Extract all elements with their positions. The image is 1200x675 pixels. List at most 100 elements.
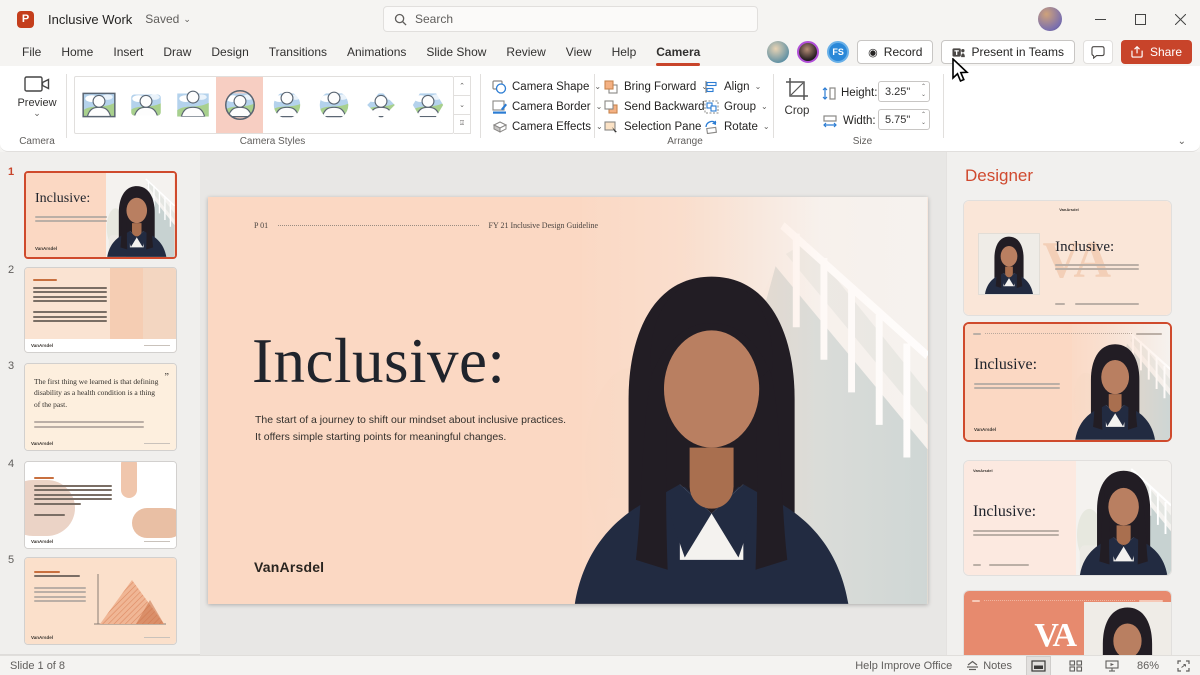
camera-effects-label: Camera Effects	[512, 121, 591, 133]
zoom-level[interactable]: 86%	[1137, 660, 1159, 672]
spinner-down-icon[interactable]: ⌄	[921, 91, 926, 99]
gallery-more-button[interactable]: ⍗	[454, 115, 470, 133]
slide-counter[interactable]: Slide 1 of 8	[10, 660, 65, 672]
spinner-up-icon[interactable]: ⌃	[921, 111, 926, 119]
collaborator-avatar[interactable]	[797, 41, 819, 63]
camera-style-circle-pop[interactable]	[263, 77, 310, 133]
fit-slide-button[interactable]	[1173, 656, 1194, 675]
slide-thumbnail-3[interactable]: The first thing we learned is that defin…	[24, 363, 177, 451]
align-label: Align	[724, 81, 750, 93]
close-button[interactable]	[1160, 0, 1200, 38]
slideshow-view-button[interactable]	[1101, 656, 1123, 675]
notes-icon	[966, 660, 979, 671]
help-improve-office-button[interactable]: Help Improve Office	[855, 660, 952, 672]
spinner-down-icon[interactable]: ⌄	[921, 119, 926, 127]
camera-preview-icon	[24, 74, 50, 94]
notes-label: Notes	[983, 660, 1012, 672]
camera-group-label: Camera	[10, 136, 64, 147]
camera-style-hexagon[interactable]	[404, 77, 451, 133]
powerpoint-window: P Inclusive Work Saved ⌄ Search File Hom…	[0, 0, 1200, 675]
collapse-ribbon-button[interactable]: ⌄	[1178, 136, 1186, 147]
minimize-button[interactable]	[1080, 0, 1120, 38]
slide-sorter-view-button[interactable]	[1065, 656, 1087, 675]
teams-icon	[952, 46, 965, 59]
camera-shape-button[interactable]: Camera Shape ⌄	[492, 77, 601, 97]
card-person	[1076, 466, 1171, 575]
card-logo: VanArsdel	[974, 427, 996, 432]
tab-help[interactable]: Help	[602, 40, 647, 64]
tab-home[interactable]: Home	[51, 40, 103, 64]
collaborator-avatar[interactable]	[767, 41, 789, 63]
tab-animations[interactable]: Animations	[337, 40, 416, 64]
crop-icon	[785, 77, 809, 101]
normal-view-button[interactable]	[1026, 656, 1051, 675]
save-status-dropdown[interactable]: Saved ⌄	[145, 12, 191, 26]
camera-effects-button[interactable]: Camera Effects ⌄	[492, 117, 603, 137]
align-button[interactable]: Align ⌄	[704, 77, 761, 97]
notes-button[interactable]: Notes	[966, 660, 1012, 672]
spinner-up-icon[interactable]: ⌃	[921, 83, 926, 91]
slide-title[interactable]: Inclusive:	[252, 325, 505, 398]
camera-style-cutout[interactable]	[169, 77, 216, 133]
chevron-down-icon: ⌄	[596, 103, 603, 111]
search-placeholder: Search	[415, 12, 453, 26]
camera-style-rounded[interactable]	[122, 77, 169, 133]
group-button[interactable]: Group ⌄	[704, 97, 768, 117]
designer-suggestion-3[interactable]: VanArsdel Inclusive:	[963, 460, 1172, 576]
maximize-button[interactable]	[1120, 0, 1160, 38]
chevron-down-icon: ⌄	[755, 83, 762, 91]
chevron-down-icon: ⌄	[183, 15, 191, 24]
tab-file[interactable]: File	[12, 40, 51, 64]
slide-thumbnail-5[interactable]: VanArsdel	[24, 557, 177, 645]
slide-person-photo[interactable]	[546, 262, 877, 604]
slide-thumbnail-4[interactable]: VanArsdel	[24, 461, 177, 549]
designer-panel: Designer VA VanArsdel Inclusive:	[946, 152, 1200, 655]
record-button[interactable]: ◉ Record	[857, 40, 933, 64]
collaborator-avatar-initials[interactable]: FS	[827, 41, 849, 63]
gallery-scroll-down[interactable]: ⌄	[454, 96, 470, 115]
bring-forward-button[interactable]: Bring Forward ⌄	[604, 77, 708, 97]
document-title[interactable]: Inclusive Work	[48, 12, 132, 27]
rotate-button[interactable]: Rotate ⌄	[704, 117, 770, 137]
tab-slide-show[interactable]: Slide Show	[416, 40, 496, 64]
slide-thumbnail-1[interactable]: Inclusive: VanArsdel	[24, 171, 177, 259]
camera-style-circle-open[interactable]	[310, 77, 357, 133]
selection-pane-button[interactable]: Selection Pane	[604, 117, 701, 137]
gallery-scroll-up[interactable]: ⌃	[454, 77, 470, 96]
chevron-down-icon: ⌄	[1178, 136, 1186, 147]
tab-insert[interactable]: Insert	[103, 40, 153, 64]
crop-button[interactable]: Crop	[780, 77, 814, 117]
user-avatar[interactable]	[1038, 7, 1062, 31]
camera-border-button[interactable]: Camera Border ⌄	[492, 97, 602, 117]
command-bar: File Home Insert Draw Design Transitions…	[0, 38, 1200, 66]
align-icon	[704, 80, 719, 94]
comment-icon	[1091, 46, 1105, 59]
tab-draw[interactable]: Draw	[153, 40, 201, 64]
width-input[interactable]: 5.75" ⌃⌄	[878, 109, 930, 130]
tab-review[interactable]: Review	[496, 40, 555, 64]
tab-camera[interactable]: Camera	[646, 40, 710, 64]
slide-subtitle[interactable]: The start of a journey to shift our mind…	[255, 412, 566, 447]
tab-design[interactable]: Design	[201, 40, 258, 64]
height-input[interactable]: 3.25" ⌃⌄	[878, 81, 930, 102]
camera-style-circle-selected[interactable]	[216, 77, 263, 133]
share-button[interactable]: Share	[1121, 40, 1192, 64]
current-slide[interactable]: P 01 FY 21 Inclusive Design Guideline In…	[208, 197, 928, 604]
search-input[interactable]: Search	[383, 6, 758, 32]
quote-mark: ”	[165, 372, 169, 383]
slide-thumbnail-2[interactable]: VanArsdel	[24, 267, 177, 353]
comments-button[interactable]	[1083, 40, 1113, 64]
powerpoint-logo-icon[interactable]: P	[17, 11, 34, 28]
present-in-teams-button[interactable]: Present in Teams	[941, 40, 1075, 64]
preview-button[interactable]: Preview ⌄	[10, 74, 64, 136]
thumbnail-person	[101, 183, 173, 257]
thumbnail-chart	[92, 572, 168, 630]
designer-suggestion-2-selected[interactable]: Inclusive: VanArsdel	[963, 322, 1172, 442]
tab-view[interactable]: View	[556, 40, 602, 64]
designer-suggestion-1[interactable]: VA VanArsdel Inclusive:	[963, 200, 1172, 316]
camera-style-diamond[interactable]	[357, 77, 404, 133]
camera-style-rectangle[interactable]	[75, 77, 122, 133]
thumbnail-logo: VanArsdel	[35, 246, 57, 251]
send-backward-button[interactable]: Send Backward ⌄	[604, 97, 716, 117]
tab-transitions[interactable]: Transitions	[259, 40, 337, 64]
